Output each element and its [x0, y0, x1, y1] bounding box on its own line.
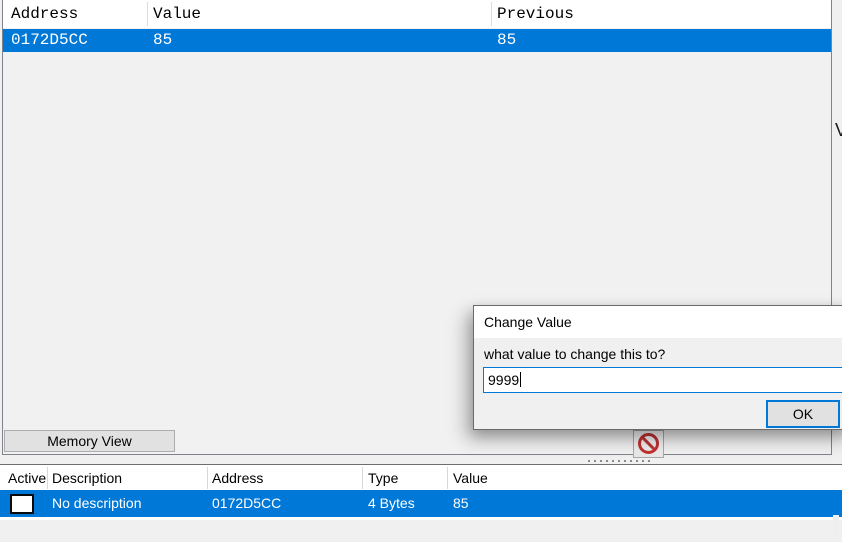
dialog-prompt: what value to change this to?: [484, 346, 665, 362]
ok-button[interactable]: OK: [766, 400, 840, 428]
header-active[interactable]: Active: [8, 466, 46, 490]
found-row-value: 85: [153, 29, 172, 52]
column-divider[interactable]: [47, 467, 48, 489]
found-header-address[interactable]: Address: [11, 2, 78, 26]
column-divider[interactable]: [362, 467, 363, 489]
splitter-grip[interactable]: [588, 460, 650, 462]
attach-status-button[interactable]: [633, 430, 664, 458]
active-checkbox[interactable]: [10, 494, 34, 514]
header-address[interactable]: Address: [212, 466, 263, 490]
memory-view-button[interactable]: Memory View: [4, 430, 175, 452]
address-list-selected-row[interactable]: No description 0172D5CC 4 Bytes 85: [0, 490, 842, 517]
found-list-header: Address Value Previous: [3, 0, 831, 28]
column-divider[interactable]: [207, 467, 208, 489]
column-divider[interactable]: [147, 2, 148, 26]
clipped-edge-text: V: [835, 120, 842, 141]
found-row-previous: 85: [497, 29, 516, 52]
column-divider[interactable]: [491, 2, 492, 26]
value-input-text: 9999: [488, 372, 519, 388]
text-caret: [520, 372, 521, 387]
row-description: No description: [52, 490, 142, 517]
header-description[interactable]: Description: [52, 466, 122, 490]
found-row-address: 0172D5CC: [11, 29, 88, 52]
found-list-selected-row[interactable]: 0172D5CC 85 85: [3, 29, 831, 52]
column-divider[interactable]: [447, 467, 448, 489]
address-list-panel: Active Description Address Type Value No…: [0, 464, 842, 520]
value-input[interactable]: 9999: [483, 367, 842, 393]
no-entry-icon: [638, 433, 659, 454]
found-header-previous[interactable]: Previous: [497, 2, 574, 26]
found-header-value[interactable]: Value: [153, 2, 201, 26]
dialog-titlebar[interactable]: Change Value: [474, 306, 842, 338]
row-type: 4 Bytes: [368, 490, 415, 517]
change-value-dialog: Change Value what value to change this t…: [473, 305, 842, 430]
row-value: 85: [453, 490, 469, 517]
header-value[interactable]: Value: [453, 466, 488, 490]
dialog-title: Change Value: [484, 306, 572, 338]
header-type[interactable]: Type: [368, 466, 398, 490]
scrollbar-notch: [833, 515, 839, 542]
row-address: 0172D5CC: [212, 490, 281, 517]
address-list-header: Active Description Address Type Value: [0, 466, 842, 490]
